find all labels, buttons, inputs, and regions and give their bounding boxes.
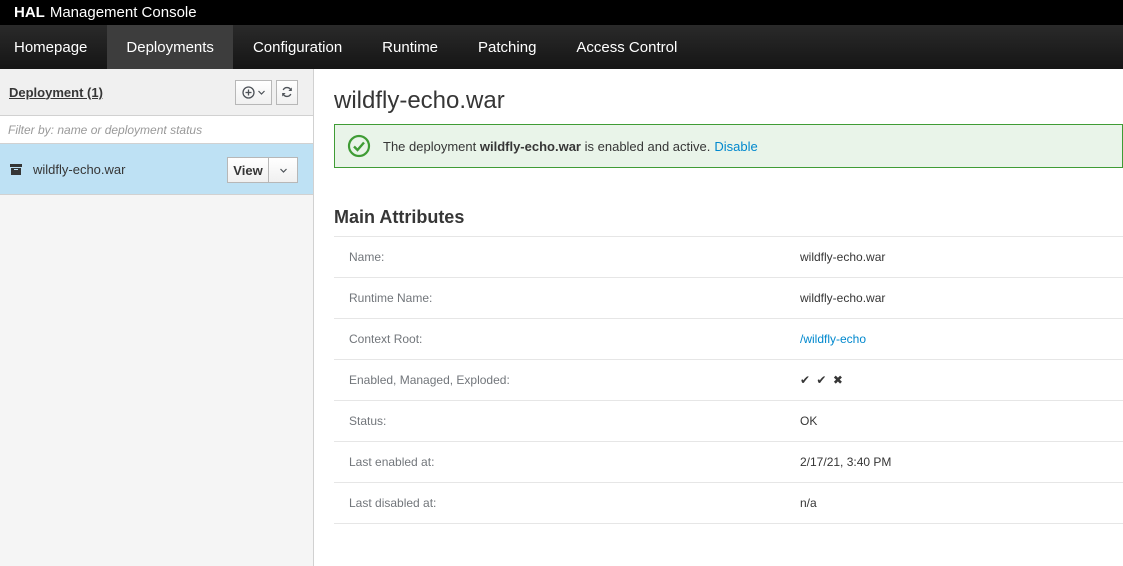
page-title: wildfly-echo.war [334, 87, 505, 114]
check-icon: ✔ [800, 373, 811, 387]
refresh-icon [282, 86, 292, 98]
column-title[interactable]: Deployment (1) [9, 85, 103, 100]
add-deployment-button[interactable] [235, 79, 272, 105]
nav-deployments[interactable]: Deployments [107, 25, 233, 69]
alert-suffix: is enabled and active. [584, 138, 711, 154]
attribute-value: ✔ ✔ ✖ [800, 373, 846, 387]
attribute-label: Context Root: [349, 332, 423, 346]
alert-text: The deployment wildfly-echo.war is enabl… [383, 139, 710, 154]
top-nav: Homepage Deployments Configuration Runti… [0, 25, 1123, 69]
section-title: Main Attributes [334, 205, 1123, 237]
chevron-down-icon [257, 90, 265, 95]
attribute-label: Enabled, Managed, Exploded: [349, 373, 510, 387]
archive-icon [10, 163, 22, 175]
attribute-row-flags: Enabled, Managed, Exploded: ✔ ✔ ✖ [334, 360, 1123, 401]
brand-name: Management Console [49, 4, 197, 21]
context-root-link[interactable]: /wildfly-echo [800, 332, 866, 346]
attribute-label: Name: [349, 250, 385, 264]
attribute-value: wildfly-echo.war [800, 291, 886, 305]
nav-access-control[interactable]: Access Control [556, 25, 697, 69]
attribute-row-last-enabled: Last enabled at: 2/17/21, 3:40 PM [334, 442, 1123, 483]
deployment-item[interactable]: wildfly-echo.war View [0, 144, 313, 195]
attribute-label: Last disabled at: [349, 496, 437, 510]
view-button-group: View [227, 157, 298, 183]
attribute-value: 2/17/21, 3:40 PM [800, 455, 892, 469]
attribute-label: Status: [349, 414, 387, 428]
times-icon: ✖ [832, 373, 843, 387]
deployment-item-name: wildfly-echo.war [33, 161, 126, 177]
alert-prefix: The deployment [383, 138, 477, 154]
attribute-value: OK [800, 414, 818, 428]
nav-patching[interactable]: Patching [458, 25, 556, 69]
attribute-row-last-disabled: Last disabled at: n/a [334, 483, 1123, 524]
filter-bar [0, 116, 313, 144]
attribute-label: Runtime Name: [349, 291, 433, 305]
filter-input[interactable] [8, 122, 298, 137]
check-circle-icon [347, 134, 371, 158]
attribute-row-name: Name: wildfly-echo.war [334, 237, 1123, 278]
attribute-row-status: Status: OK [334, 401, 1123, 442]
deployment-column: Deployment (1) Filter by: name or deploy… [0, 69, 314, 566]
preview-pane: wildfly-echo.war The deployment wildfly-… [314, 69, 1123, 566]
refresh-button[interactable] [276, 79, 298, 105]
content-area: Deployment (1) Filter by: name or deploy… [0, 69, 1123, 566]
attribute-row-context-root: Context Root: /wildfly-echo [334, 319, 1123, 360]
brand-bold: HAL [14, 4, 45, 21]
column-header: Deployment (1) [0, 69, 313, 116]
nav-configuration[interactable]: Configuration [233, 25, 362, 69]
nav-runtime[interactable]: Runtime [362, 25, 458, 69]
add-circle-icon [241, 85, 255, 99]
column-buttons [235, 79, 298, 105]
nav-homepage[interactable]: Homepage [0, 25, 107, 69]
attribute-row-runtime-name: Runtime Name: wildfly-echo.war [334, 278, 1123, 319]
check-icon: ✔ [816, 373, 827, 387]
disable-link[interactable]: Disable [714, 139, 757, 154]
attribute-value: wildfly-echo.war [800, 250, 886, 264]
attribute-label: Last enabled at: [349, 455, 435, 469]
view-dropdown-button[interactable] [269, 157, 298, 183]
alert-deployment-name: wildfly-echo.war [479, 138, 581, 154]
attribute-value: n/a [800, 496, 817, 510]
chevron-down-icon [279, 168, 287, 173]
view-button[interactable]: View [227, 157, 269, 183]
brand-bar: HAL Management Console [0, 0, 1123, 25]
status-alert: The deployment wildfly-echo.war is enabl… [334, 124, 1123, 168]
